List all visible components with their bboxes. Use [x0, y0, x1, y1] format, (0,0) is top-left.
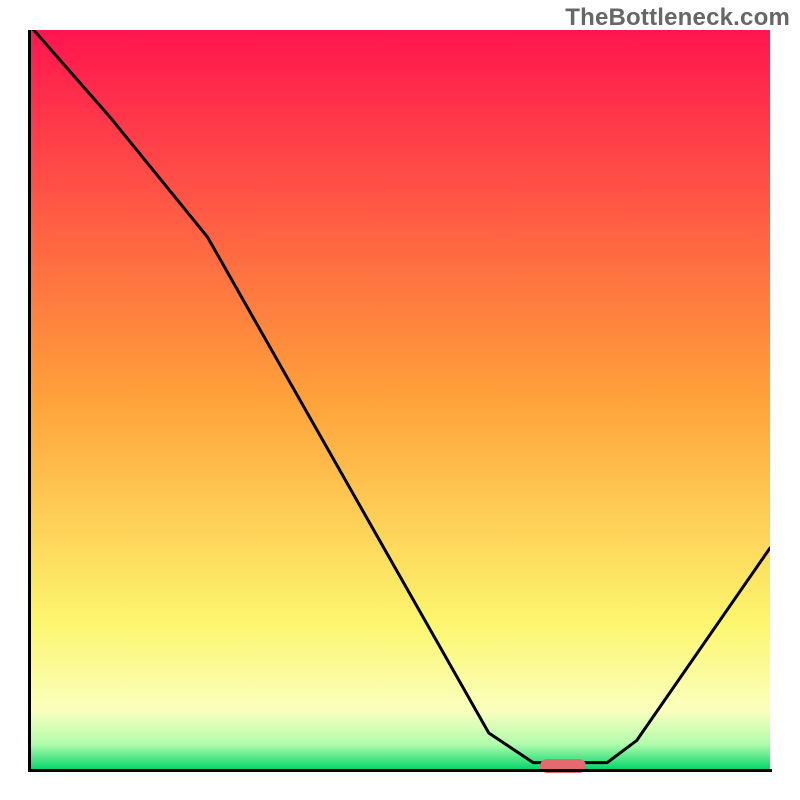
bottleneck-curve	[34, 30, 770, 763]
watermark-label: TheBottleneck.com	[565, 4, 790, 32]
x-axis	[28, 769, 772, 772]
bottleneck-chart: TheBottleneck.com	[0, 0, 800, 800]
plot-line-layer	[30, 30, 770, 770]
y-axis	[28, 30, 31, 772]
